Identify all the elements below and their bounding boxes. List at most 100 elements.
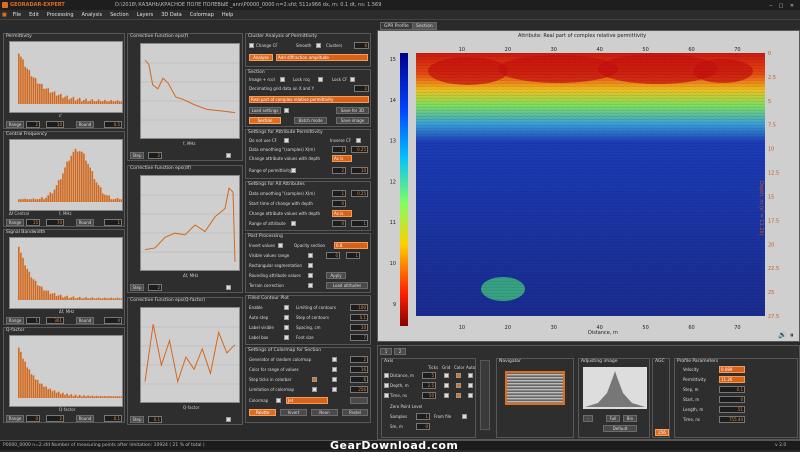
round-button-1[interactable]: Round [76, 219, 94, 226]
section-plot[interactable]: 1010202030304040505060607070151413121110… [378, 31, 800, 343]
samples-field[interactable]: 1 [416, 413, 430, 420]
range-button-1[interactable]: Range [6, 219, 24, 226]
tab-section[interactable]: Section [412, 22, 437, 30]
menu-item-section[interactable]: Section [106, 10, 133, 20]
corrective-plot-1[interactable] [140, 175, 240, 271]
clusters-field[interactable]: 6 [354, 42, 369, 49]
sm-field[interactable]: 0 [416, 423, 430, 430]
all-smoothing-samples-field[interactable]: 1 [332, 190, 346, 197]
invert-values-checkbox[interactable] [278, 243, 283, 248]
pause-icon[interactable]: ⏸ [790, 331, 794, 340]
depth-auto-checkbox[interactable] [468, 383, 473, 388]
round-button-2[interactable]: Round [76, 317, 94, 324]
auto-step-checkbox[interactable] [284, 315, 289, 320]
step-ticks-field[interactable]: 6 [350, 376, 368, 383]
round-button-3[interactable]: Round [76, 415, 94, 422]
range-attr-min-field[interactable]: 0 [332, 220, 346, 227]
round-button-0[interactable]: Round [76, 121, 94, 128]
step-contours-field[interactable]: 0.1 [350, 314, 368, 321]
smooth-checkbox[interactable] [316, 43, 321, 48]
lock-rcol-checkbox[interactable] [318, 77, 323, 82]
visible-range-checkbox[interactable] [308, 253, 313, 258]
bottom-tab-2[interactable]: 2 [394, 348, 406, 355]
depth-checkbox[interactable] [384, 383, 389, 388]
limiting-field[interactable]: 100 [350, 304, 368, 311]
range-max-2[interactable]: 301 [46, 317, 64, 324]
time-field[interactable]: 50 [422, 392, 436, 399]
range-min-0[interactable]: 2 [26, 121, 40, 128]
palette-button[interactable]: Palette [249, 409, 276, 416]
all-smoothing-x-field[interactable]: 0.25 [351, 190, 368, 197]
visible-min-field[interactable]: 0 [326, 252, 340, 259]
rect-seg-checkbox[interactable] [308, 263, 313, 268]
close-button[interactable]: ✕ [786, 1, 798, 9]
time-checkbox[interactable] [384, 393, 389, 398]
time-auto-checkbox[interactable] [468, 393, 473, 398]
step-ticks-checkbox[interactable] [312, 377, 317, 382]
inverse-cf-checkbox[interactable] [356, 138, 361, 143]
save-image-button[interactable]: Save image [336, 117, 369, 124]
menu-item-edit[interactable]: Edit [25, 10, 43, 20]
step-ticks-checkbox-2[interactable] [332, 377, 337, 382]
menu-item-processing[interactable]: Processing [43, 10, 78, 20]
color-range-field[interactable]: 16 [350, 366, 368, 373]
distance-auto-checkbox[interactable] [468, 373, 473, 378]
colormap-select[interactable]: Jet [286, 397, 328, 404]
colormap-checkbox[interactable] [276, 398, 281, 403]
from-file-checkbox[interactable] [462, 414, 467, 419]
save-for-3d-button[interactable]: Save for 3D [336, 107, 369, 114]
generator-field[interactable]: 2 [350, 356, 368, 363]
range-permittivity-checkbox[interactable] [291, 168, 296, 173]
default-button[interactable]: Default [603, 425, 637, 432]
corrective-checkbox-1[interactable] [226, 285, 231, 290]
neon-button[interactable]: Neon [311, 409, 338, 416]
visible-max-field[interactable]: 1 [346, 252, 360, 259]
menu-item-3d-data[interactable]: 3D Data [157, 10, 186, 20]
step-button-2[interactable]: Step [130, 416, 144, 423]
depth-field[interactable]: 2.5 [422, 382, 436, 389]
smoothing-x-field[interactable]: 0.25 [351, 146, 368, 153]
corrective-checkbox-2[interactable] [226, 417, 231, 422]
section-button[interactable]: Section [249, 117, 281, 124]
distance-field[interactable]: 5 [422, 372, 436, 379]
full-button[interactable]: Full [606, 415, 620, 422]
range-attribute-checkbox[interactable] [291, 221, 296, 226]
range-min-3[interactable]: 0 [26, 415, 40, 422]
speaker-icon[interactable]: 🔊 [778, 331, 787, 339]
navigator-thumbnail[interactable] [505, 371, 565, 405]
range-max-1[interactable]: 70 [46, 219, 64, 226]
step-value-1[interactable]: 2 [148, 284, 162, 291]
range-max-0[interactable]: 10 [46, 121, 64, 128]
range-min-1[interactable]: 15 [26, 219, 40, 226]
axis-slider[interactable] [480, 360, 490, 430]
distance-grid-checkbox[interactable] [444, 373, 449, 378]
step-field[interactable]: 0.1 [719, 386, 745, 393]
do-not-use-cf-checkbox[interactable] [284, 138, 289, 143]
color-range-checkbox[interactable] [332, 367, 337, 372]
batch-mode-button[interactable]: Batch mode [294, 117, 327, 124]
decimating-field[interactable]: 2 [354, 85, 369, 92]
round-value-1[interactable]: 1 [104, 219, 122, 226]
colormap-extra-button[interactable] [350, 397, 368, 404]
step-button-1[interactable]: Step [130, 284, 144, 291]
limitation-checkbox[interactable] [312, 387, 317, 392]
minimize-button[interactable]: ‒ [766, 1, 776, 9]
font-size-field[interactable]: 7 [350, 334, 368, 341]
time-ns-field[interactable]: 755.44 [719, 416, 745, 423]
tab-gpr-profile[interactable]: GPR Profile [380, 22, 413, 30]
limitation-field[interactable]: 256 [350, 386, 368, 393]
load-settings-button[interactable]: Load settings [249, 107, 281, 114]
velocity-field[interactable]: 0.089 [719, 366, 745, 373]
permittivity-field[interactable]: 11.26 [719, 376, 745, 383]
corrective-plot-2[interactable] [140, 307, 240, 403]
range-button-0[interactable]: Range [6, 121, 24, 128]
distance-checkbox[interactable] [384, 373, 389, 378]
lock-cf-checkbox[interactable] [350, 77, 355, 82]
spacing-field[interactable]: 10 [350, 324, 368, 331]
corrective-plot-0[interactable] [140, 43, 240, 139]
range-min-field[interactable]: 2 [332, 167, 346, 174]
length-field[interactable]: 51 [719, 406, 745, 413]
opacity-field[interactable]: 0.8 [334, 242, 368, 249]
change-with-depth-select[interactable]: As is [332, 155, 352, 162]
start-field[interactable]: 0 [719, 396, 745, 403]
